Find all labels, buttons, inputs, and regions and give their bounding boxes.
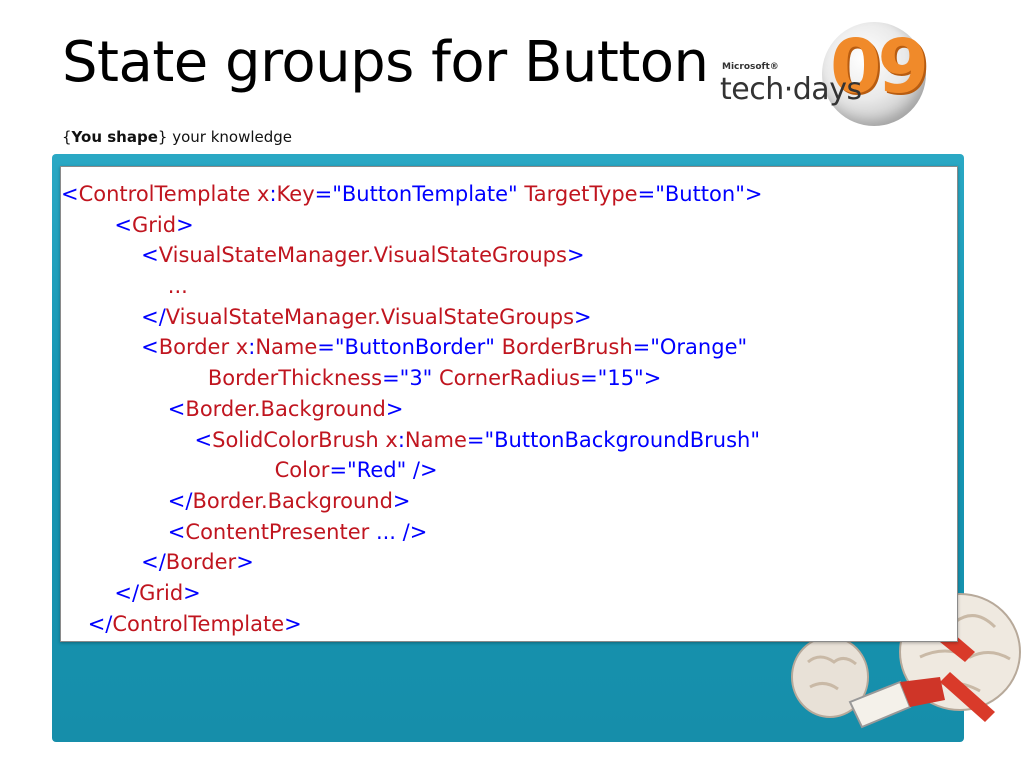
code-line: Color="Red" />: [61, 455, 762, 486]
code-token: Grid: [132, 212, 177, 237]
code-token: >: [566, 243, 585, 268]
code-token: Grid: [139, 580, 184, 605]
code-token: Border: [165, 550, 237, 575]
code-token: <: [61, 519, 186, 544]
code-line: <ContentPresenter ... />: [61, 517, 762, 548]
code-token: TargetType: [524, 182, 638, 206]
code-token: </: [61, 580, 140, 605]
code-token: ="ButtonBorder": [317, 335, 502, 360]
code-line: </Border>: [61, 547, 762, 578]
code-line: <Border.Background>: [61, 394, 762, 425]
code-token: >: [183, 580, 201, 605]
code-token: >: [385, 396, 404, 421]
code-token: x: [257, 182, 270, 206]
code-token: <: [61, 396, 186, 421]
code-line: </ControlTemplate>: [61, 609, 762, 640]
code-token: Name: [404, 427, 467, 452]
code-token: >: [392, 488, 411, 513]
code-token: </: [61, 304, 166, 329]
code-token: Name: [255, 335, 318, 360]
tagline: {You shape} your knowledge: [62, 128, 292, 146]
code-token: ="ButtonBackgroundBrush": [466, 427, 761, 452]
code-token: x: [235, 335, 249, 360]
code-token: VisualStateManager.VisualStateGroups: [165, 304, 575, 329]
code-box: <ControlTemplate x:Key="ButtonTemplate" …: [60, 166, 958, 642]
code-token: Border.Background: [192, 488, 393, 513]
tagline-open: {: [62, 128, 72, 146]
tagline-close: }: [157, 128, 168, 146]
code-token: :: [269, 182, 277, 206]
code-token: <: [61, 182, 79, 206]
code-line: </VisualStateManager.VisualStateGroups>: [61, 302, 762, 333]
code-token: ="Orange": [632, 335, 748, 360]
code-token: Border: [158, 335, 230, 360]
code-line: <VisualStateManager.VisualStateGroups>: [61, 240, 762, 271]
code-line: <SolidColorBrush x:Name="ButtonBackgroun…: [61, 425, 762, 456]
code-token: </: [61, 550, 166, 575]
code-line: </Grid>: [61, 578, 762, 609]
code-token: SolidColorBrush: [212, 427, 379, 452]
code-line: <Grid>: [61, 210, 762, 241]
code-token: ...: [61, 274, 188, 299]
code-token: <: [61, 243, 159, 268]
code-token: Border.Background: [185, 396, 386, 421]
code-token: x: [385, 427, 398, 452]
code-token: <: [61, 335, 159, 360]
code-token: </: [61, 488, 193, 513]
code-token: ="ButtonTemplate": [314, 182, 525, 206]
xaml-code: <ControlTemplate x:Key="ButtonTemplate" …: [61, 179, 762, 639]
code-token: ... />: [369, 519, 428, 544]
tagline-rest: your knowledge: [167, 128, 293, 146]
code-token: ContentPresenter: [185, 519, 370, 544]
code-token: VisualStateManager.VisualStateGroups: [158, 243, 567, 268]
code-token: >: [176, 212, 194, 237]
code-token: ="3": [382, 366, 440, 391]
code-token: <: [61, 212, 132, 237]
code-token: BorderBrush: [501, 335, 633, 360]
tagline-bold: You shape: [71, 128, 158, 146]
code-token: Key: [276, 182, 315, 206]
code-token: <: [61, 427, 213, 452]
code-token: ="15">: [580, 366, 662, 391]
code-token: </: [61, 611, 113, 636]
logo-microsoft: Microsoft®: [722, 62, 779, 72]
code-token: BorderThickness: [61, 366, 383, 391]
techdays-logo: 09 Microsoft® tech·days: [718, 22, 930, 132]
slide-title: State groups for Button: [62, 30, 709, 95]
code-token: ControlTemplate: [78, 182, 251, 206]
code-line: BorderThickness="3" CornerRadius="15">: [61, 363, 762, 394]
code-line: <ControlTemplate x:Key="ButtonTemplate" …: [61, 179, 762, 210]
code-token: >: [574, 304, 592, 329]
code-line: <Border x:Name="ButtonBorder" BorderBrus…: [61, 332, 762, 363]
code-token: Color: [61, 458, 330, 483]
code-token: ="Button">: [637, 182, 763, 206]
code-line: ...: [61, 271, 762, 302]
logo-wordmark: tech·days: [720, 72, 862, 107]
code-token: >: [236, 550, 254, 575]
code-token: ControlTemplate: [112, 611, 285, 636]
code-token: >: [284, 611, 302, 636]
code-token: :: [397, 427, 405, 452]
code-token: ="Red" />: [329, 458, 438, 483]
code-token: CornerRadius: [439, 366, 581, 391]
code-line: </Border.Background>: [61, 486, 762, 517]
